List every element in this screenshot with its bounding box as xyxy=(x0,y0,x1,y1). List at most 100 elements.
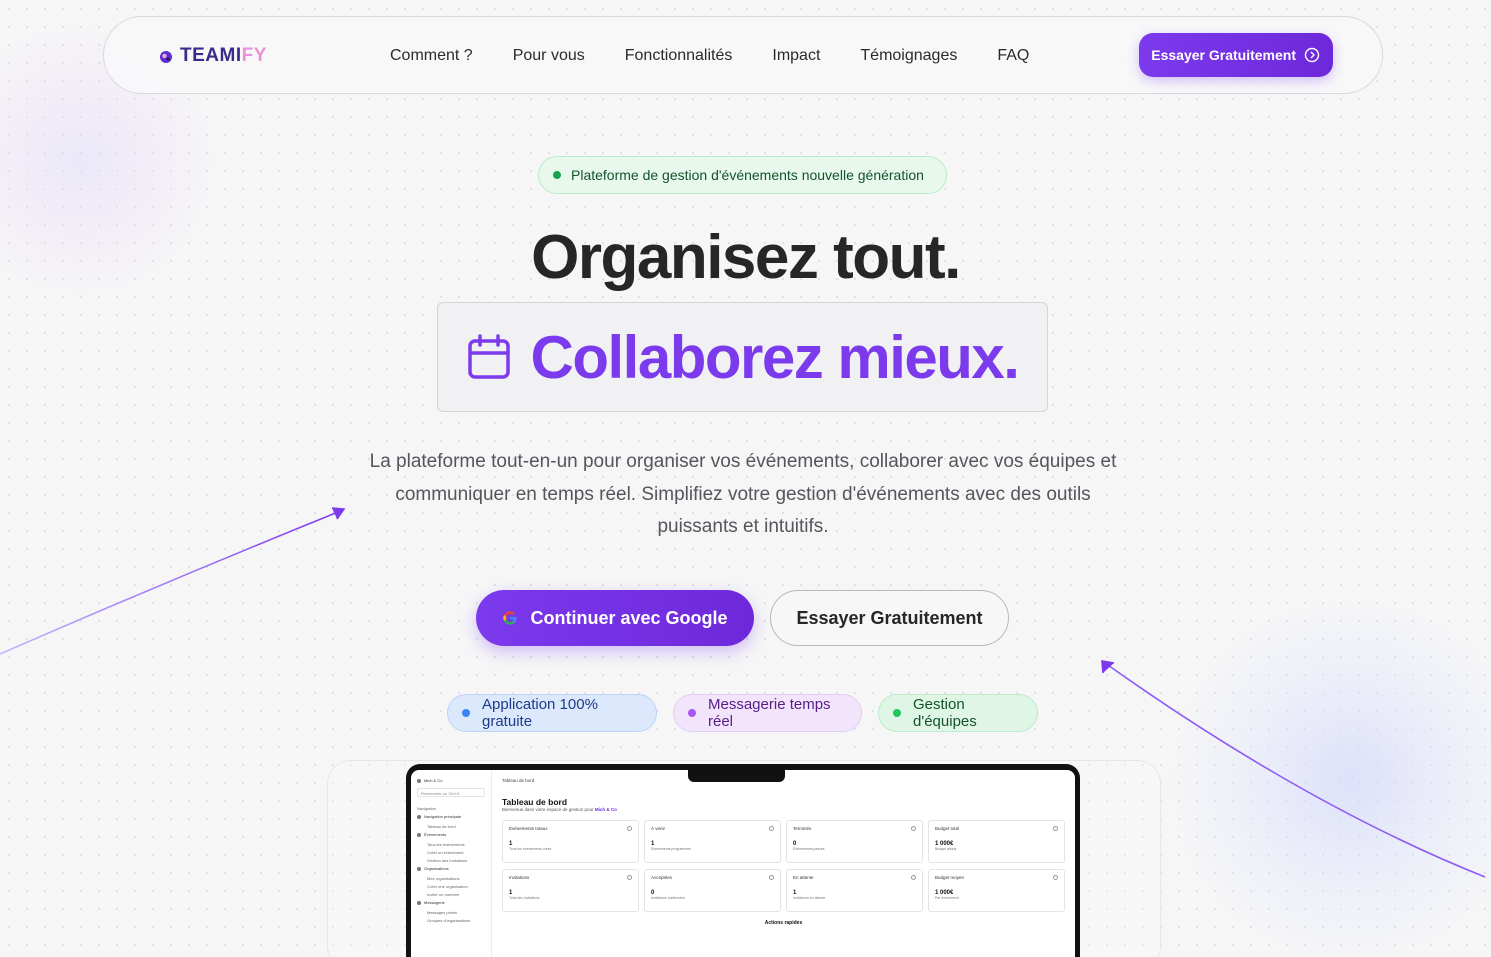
nav-link-pour-vous[interactable]: Pour vous xyxy=(513,47,585,65)
preview-org-name: Mich & Co xyxy=(424,778,443,783)
stat-title: En attente xyxy=(793,875,814,880)
preview-stat-card: Événements totaux 1 Tous les événements cr… xyxy=(502,820,639,863)
group-icon xyxy=(417,832,421,837)
preview-welcome-text: Bienvenue dans votre espace de gestion p… xyxy=(502,807,595,812)
feature-pill-label: Messagerie temps réel xyxy=(708,696,831,730)
preview-stat-card: Invitations 1 Total des invitations xyxy=(502,869,639,912)
preview-main: Tableau de bord Tableau de bord Bienvenu… xyxy=(492,770,1075,957)
dashboard-screenshot: Mich & Co Rechercher ou Ctrl+K Navigatio… xyxy=(411,770,1075,957)
nav-cta-label: Essayer Gratuitement xyxy=(1151,47,1296,63)
top-navbar: TEAMIFY Comment ? Pour vous Fonctionnali… xyxy=(103,16,1383,94)
nav-links: Comment ? Pour vous Fonctionnalités Impa… xyxy=(390,17,1029,95)
preview-sidebar-group: Messagerie xyxy=(417,900,485,905)
preview-search: Rechercher ou Ctrl+K xyxy=(417,788,485,797)
hero-subtitle: Collaborez mieux. xyxy=(530,323,1020,391)
stat-icon xyxy=(769,826,774,831)
feature-pill-label: Application 100% gratuite xyxy=(482,696,598,730)
group-icon xyxy=(417,900,421,905)
preview-sidebar-group: Événements xyxy=(417,832,485,837)
stat-title: Budget total xyxy=(935,826,960,831)
group-icon xyxy=(417,866,421,871)
stat-title: À venir xyxy=(651,826,666,831)
preview-stat-card: À venir 1 Événements programmés xyxy=(644,820,781,863)
hero-badge-label: Plateforme de gestion d'événements nouve… xyxy=(571,167,924,183)
preview-stats-grid: Événements totaux 1 Tous les événements cr… xyxy=(502,820,1065,912)
stat-icon xyxy=(1053,875,1058,880)
preview-sidebar-item: Tableau de bord xyxy=(427,824,456,829)
preview-sidebar-item: Groupes d'organisations xyxy=(427,918,471,923)
hero-badge: Plateforme de gestion d'événements nouve… xyxy=(538,156,947,194)
preview-actions-title: Actions rapides xyxy=(764,920,803,926)
feature-pill-free: Application 100% gratuite xyxy=(447,694,657,732)
preview-sidebar-item: Créer une organisation xyxy=(427,884,468,889)
preview-stat-card: Terminés 0 Événements passés xyxy=(786,820,923,863)
stat-title: Budget moyen xyxy=(935,875,965,880)
preview-org: Mich & Co xyxy=(417,778,485,783)
hero-lead: La plateforme tout-en-un pour organiser … xyxy=(369,451,1117,537)
logo-mark-icon xyxy=(160,51,172,63)
stat-title: Invitations xyxy=(509,875,530,880)
nav-link-faq[interactable]: FAQ xyxy=(997,47,1029,65)
hero-subtitle-box: Collaborez mieux. xyxy=(437,302,1048,412)
preview-stat-card: En attente 1 Invitations en attente xyxy=(786,869,923,912)
stat-sub: Invitations confirmées xyxy=(651,896,685,900)
preview-sidebar-item: Mes organisations xyxy=(427,876,460,881)
pill-dot xyxy=(688,709,696,717)
preview-sidebar-group: Organisations xyxy=(417,866,485,871)
nav-link-comment[interactable]: Comment ? xyxy=(390,47,473,65)
stat-icon xyxy=(1053,826,1058,831)
stat-icon xyxy=(627,875,632,880)
try-free-button[interactable]: Essayer Gratuitement xyxy=(770,590,1009,646)
arrow-circle-right-icon xyxy=(1304,47,1320,63)
preview-welcome-org: Mich & Co xyxy=(594,807,617,812)
pill-dot xyxy=(462,709,470,717)
preview-sidebar-item: Messages privés xyxy=(427,910,458,915)
nav-link-impact[interactable]: Impact xyxy=(772,47,820,65)
preview-sidebar-group-label: Messagerie xyxy=(424,900,445,905)
decorative-arrow-left xyxy=(0,507,346,655)
preview-sidebar-item: Créer un événement xyxy=(427,850,464,855)
google-icon xyxy=(503,611,517,625)
stat-title: Terminés xyxy=(793,826,812,831)
calendar-icon xyxy=(467,334,510,379)
hero-title: Organisez tout. xyxy=(531,223,961,292)
nav-link-temoignages[interactable]: Témoignages xyxy=(860,47,957,65)
preview-sidebar-group: Navigation principale xyxy=(417,814,485,819)
group-icon xyxy=(417,814,421,819)
google-button-label: Continuer avec Google xyxy=(530,607,728,628)
feature-pill-teams: Gestion d'équipes xyxy=(878,694,1038,732)
laptop-preview: Mich & Co Rechercher ou Ctrl+K Navigatio… xyxy=(406,764,1080,957)
pill-dot xyxy=(893,709,901,717)
stat-sub: Par événement xyxy=(935,896,959,900)
badge-dot xyxy=(553,171,561,179)
google-signin-button[interactable]: Continuer avec Google xyxy=(476,590,754,646)
org-icon xyxy=(417,778,421,783)
logo[interactable]: TEAMIFY xyxy=(158,45,267,67)
stat-sub: Budget alloué xyxy=(935,847,957,851)
preview-stat-card: Budget moyen 1 000€ Par événement xyxy=(928,869,1065,912)
try-free-label: Essayer Gratuitement xyxy=(796,607,983,628)
preview-sidebar-item: Gestion des invitations xyxy=(427,858,468,863)
feature-pill-label: Gestion d'équipes xyxy=(913,696,977,730)
stat-sub: Total des invitations xyxy=(509,896,540,900)
stat-icon xyxy=(769,875,774,880)
preview-sidebar-item: Tous les événements xyxy=(427,842,465,847)
preview-sidebar: Mich & Co Rechercher ou Ctrl+K Navigatio… xyxy=(411,770,492,957)
feature-pill-messaging: Messagerie temps réel xyxy=(673,694,862,732)
nav-cta-button[interactable]: Essayer Gratuitement xyxy=(1139,33,1333,77)
stat-title: Événements totaux xyxy=(509,826,548,831)
logo-text: TEAMIFY xyxy=(180,45,267,66)
preview-nav-heading: Navigation xyxy=(417,806,436,811)
preview-sidebar-group-label: Événements xyxy=(424,832,447,837)
preview-sidebar-group-label: Navigation principale xyxy=(424,814,462,819)
stat-sub: Tous les événements créés xyxy=(509,847,552,851)
nav-link-fonctionnalites[interactable]: Fonctionnalités xyxy=(625,47,733,65)
laptop-notch xyxy=(688,768,785,782)
stat-icon xyxy=(911,826,916,831)
stat-sub: Invitations en attente xyxy=(793,896,826,900)
stat-icon xyxy=(627,826,632,831)
preview-stat-card: Acceptées 0 Invitations confirmées xyxy=(644,869,781,912)
preview-welcome: Bienvenue dans votre espace de gestion p… xyxy=(502,807,1065,812)
stat-icon xyxy=(911,875,916,880)
stat-sub: Événements programmés xyxy=(651,847,692,851)
